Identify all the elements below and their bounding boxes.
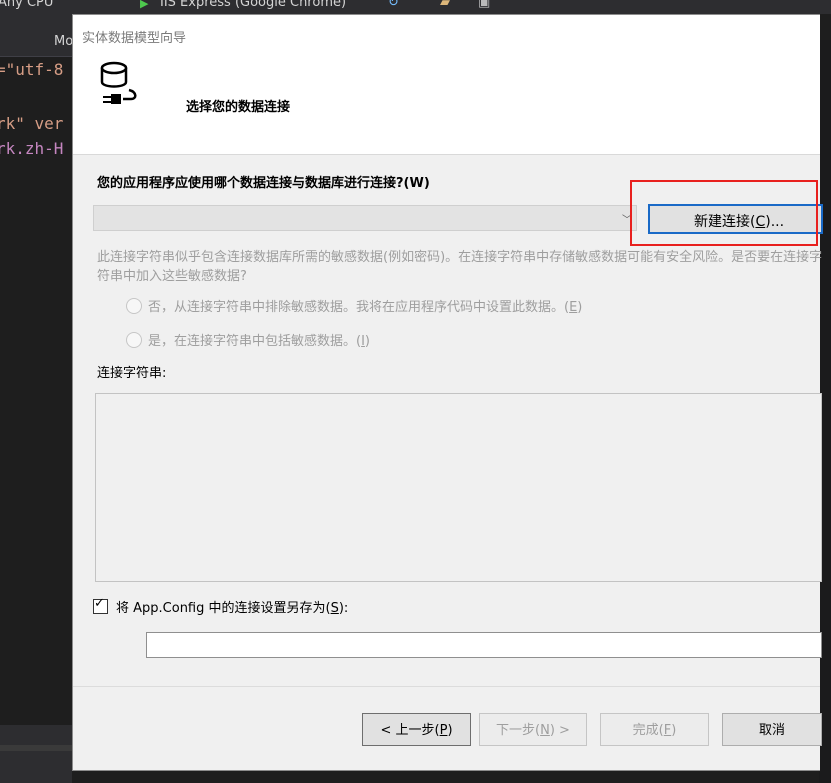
connection-select[interactable]: ﹀ (93, 205, 637, 231)
chevron-down-icon[interactable]: ﹀ (622, 211, 632, 226)
config-name-input[interactable] (146, 632, 822, 658)
editor-tabstrip: Mo (0, 14, 73, 57)
code-line: rk.zh-H (0, 139, 64, 158)
radio-circle[interactable] (126, 298, 142, 314)
entity-data-model-wizard: 实体数据模型向导 选择您的数据连接 您的应用程序应使用哪个数据连接与数据库进行连… (72, 14, 823, 771)
connection-question-label: 您的应用程序应使用哪个数据连接与数据库进行连接?(W) (97, 176, 430, 191)
run-target[interactable]: IIS Express (Google Chrome) (160, 0, 346, 10)
radio-include-sensitive[interactable]: 是，在连接字符串中包括敏感数据。(I) (126, 330, 370, 349)
connection-string-textarea[interactable] (95, 393, 822, 582)
wizard-header: 选择您的数据连接 (73, 50, 820, 155)
code-editor[interactable]: ="utf-8 rk" ver rk.zh-H (0, 57, 72, 725)
page-title: 选择您的数据连接 (186, 100, 291, 115)
save-settings-checkbox-row[interactable]: ✓ 将 App.Config 中的连接设置另存为(S): (93, 596, 348, 616)
editor-tab[interactable]: Mo (54, 34, 73, 49)
folder-icon[interactable]: ▰ (440, 0, 450, 10)
code-line: rk" ver (0, 114, 64, 133)
dialog-title: 实体数据模型向导 (82, 31, 187, 46)
connection-string-label: 连接字符串: (97, 366, 167, 381)
footer-divider (73, 686, 820, 687)
run-icon[interactable]: ▶ (140, 0, 148, 10)
save-settings-checkbox[interactable]: ✓ (93, 596, 108, 614)
code-line: ="utf-8 (0, 60, 64, 79)
vs-toolbar: Any CPU ▶ IIS Express (Google Chrome) ↻ … (0, 0, 831, 14)
vs-bottom-panel (0, 725, 72, 783)
refresh-icon[interactable]: ↻ (388, 0, 399, 10)
new-connection-button[interactable]: 新建连接(C)... (648, 204, 823, 234)
next-button[interactable]: 下一步(N) > (479, 713, 587, 746)
platform-dropdown[interactable]: Any CPU (0, 0, 53, 10)
checkmark-icon: ✓ (94, 596, 105, 611)
toolbar-icon[interactable]: ▣ (478, 0, 490, 10)
sensitive-data-warning: 此连接字符串似乎包含连接数据库所需的敏感数据(例如密码)。在连接字符串中存储敏感… (97, 250, 823, 284)
previous-button[interactable]: < 上一步(P) (362, 713, 471, 746)
database-connection-icon (100, 61, 137, 104)
finish-button[interactable]: 完成(F) (600, 713, 709, 746)
dialog-titlebar[interactable]: 实体数据模型向导 (73, 15, 820, 50)
radio-circle[interactable] (126, 332, 142, 348)
cancel-button[interactable]: 取消 (722, 713, 822, 746)
radio-exclude-sensitive[interactable]: 否，从连接字符串中排除敏感数据。我将在应用程序代码中设置此数据。(E) (126, 296, 582, 315)
